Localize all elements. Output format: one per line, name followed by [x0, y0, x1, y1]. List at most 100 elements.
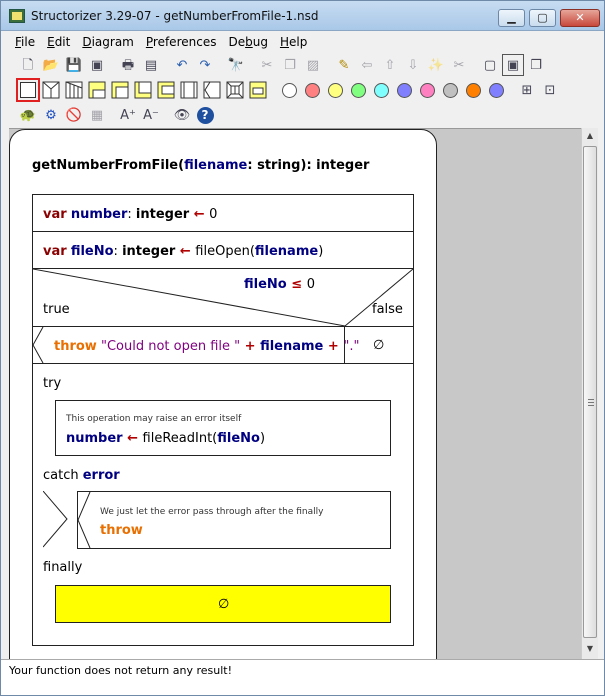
- alternative-condition[interactable]: fileNo ≤ 0 true false: [32, 268, 414, 327]
- try-label[interactable]: try: [43, 376, 61, 391]
- scroll-down-icon[interactable]: ▼: [582, 641, 598, 657]
- undo-icon[interactable]: ↶: [171, 54, 193, 76]
- status-bar: Your function does not return any result…: [1, 659, 604, 695]
- menu-help[interactable]: Help: [274, 33, 313, 51]
- menu-diagram[interactable]: Diagram: [76, 33, 140, 51]
- cut-icon[interactable]: ✂: [256, 54, 278, 76]
- menu-file[interactable]: File: [9, 33, 41, 51]
- help-icon[interactable]: ?: [194, 104, 216, 126]
- scroll-thumb[interactable]: [583, 146, 597, 638]
- instruction-fileno[interactable]: var fileNo: integer ← fileOpen(filename): [32, 231, 414, 269]
- title-bar: Structorizer 3.29-07 - getNumberFromFile…: [1, 1, 604, 31]
- paste-icon[interactable]: ▨: [302, 54, 324, 76]
- color-swatch: [465, 82, 481, 98]
- alternative-diagonals: [33, 269, 413, 326]
- jump-element-icon[interactable]: [201, 79, 223, 101]
- try-element-icon[interactable]: [247, 79, 269, 101]
- move-down-icon[interactable]: ⇩: [402, 54, 424, 76]
- while-loop-element-icon[interactable]: [109, 79, 131, 101]
- scroll-up-icon[interactable]: ▲: [582, 128, 598, 144]
- menu-bar: File Edit Diagram Preferences Debug Help: [9, 33, 313, 51]
- color-blue-icon[interactable]: [393, 79, 415, 101]
- view-icon[interactable]: 👁: [171, 104, 193, 126]
- color-red-icon[interactable]: [301, 79, 323, 101]
- nsd-diagram[interactable]: getNumberFromFile(filename: string): int…: [9, 129, 437, 659]
- status-message: Your function does not return any result…: [9, 664, 233, 677]
- font-down-icon[interactable]: A⁻: [140, 104, 162, 126]
- color-cyan-icon[interactable]: [370, 79, 392, 101]
- close-button[interactable]: ✕: [560, 9, 600, 27]
- diagram-canvas[interactable]: getNumberFromFile(filename: string): int…: [9, 128, 581, 659]
- call-element-icon[interactable]: [178, 79, 200, 101]
- menu-debug[interactable]: Debug: [222, 33, 273, 51]
- structure-icon[interactable]: ⊡: [539, 79, 561, 101]
- repeat-loop-element-icon[interactable]: [132, 79, 154, 101]
- move-up-icon[interactable]: ⇧: [379, 54, 401, 76]
- try-instruction[interactable]: This operation may raise an error itself…: [55, 400, 391, 456]
- tools-toolbar: 🐢 ⚙ 🚫 ▦ A⁺ A⁻ 👁 ?: [17, 103, 217, 127]
- color-gray-icon[interactable]: [439, 79, 461, 101]
- app-icon: [9, 9, 25, 23]
- font-up-icon[interactable]: A⁺: [117, 104, 139, 126]
- color-white-icon[interactable]: [278, 79, 300, 101]
- analyse-icon[interactable]: ⊞: [516, 79, 538, 101]
- false-label: false: [372, 302, 403, 317]
- false-branch-empty[interactable]: ∅: [344, 326, 414, 364]
- nsd-copy-box-icon[interactable]: ❐: [525, 54, 547, 76]
- menu-edit[interactable]: Edit: [41, 33, 76, 51]
- color-swatch: [327, 82, 343, 98]
- copy-icon[interactable]: ❐: [279, 54, 301, 76]
- app-window: Structorizer 3.29-07 - getNumberFromFile…: [0, 0, 605, 696]
- grid-icon[interactable]: ▦: [86, 104, 108, 126]
- new-icon[interactable]: 🗋: [17, 54, 39, 76]
- edit-icon[interactable]: ✎: [333, 54, 355, 76]
- instruction-number[interactable]: var number: integer ← 0: [32, 194, 414, 232]
- open-icon[interactable]: 📂: [40, 54, 62, 76]
- color-orange-icon[interactable]: [462, 79, 484, 101]
- color-violet-icon[interactable]: [485, 79, 507, 101]
- window-title: Structorizer 3.29-07 - getNumberFromFile…: [31, 9, 319, 23]
- stop-icon[interactable]: 🚫: [63, 104, 85, 126]
- color-swatch: [281, 82, 297, 98]
- color-swatch: [442, 82, 458, 98]
- color-swatch: [350, 82, 366, 98]
- print-icon[interactable]: 🖶: [117, 54, 139, 76]
- save-all-icon[interactable]: ▣: [86, 54, 108, 76]
- transmute-icon[interactable]: ✨: [425, 54, 447, 76]
- catch-bracket: [43, 491, 68, 548]
- elements-toolbar: ⊞ ⊡: [16, 78, 562, 102]
- instruction-element-icon[interactable]: [16, 78, 40, 102]
- menu-preferences[interactable]: Preferences: [140, 33, 223, 51]
- case-element-icon[interactable]: [63, 79, 85, 101]
- vertical-scrollbar[interactable]: ▲ ▼: [581, 128, 598, 659]
- save-icon[interactable]: 💾: [63, 54, 85, 76]
- color-swatch: [304, 82, 320, 98]
- collapse-icon[interactable]: ✂: [448, 54, 470, 76]
- finally-empty[interactable]: ∅: [55, 585, 391, 623]
- throw-jump[interactable]: throw "Could not open file " + filename …: [32, 326, 359, 364]
- color-green-icon[interactable]: [347, 79, 369, 101]
- move-left-icon[interactable]: ⇦: [356, 54, 378, 76]
- maximize-button[interactable]: ▢: [529, 9, 556, 27]
- main-toolbar: 🗋 📂 💾 ▣ 🖶 ▤ ↶ ↷ 🔭 ✂ ❐ ▨ ✎ ⇦ ⇧ ⇩ ✨ ✂ ▢ ▣ …: [17, 53, 548, 77]
- finally-label[interactable]: finally: [43, 560, 82, 575]
- turtle-icon[interactable]: 🐢: [17, 104, 39, 126]
- color-yellow-icon[interactable]: [324, 79, 346, 101]
- parallel-element-icon[interactable]: [224, 79, 246, 101]
- forever-loop-element-icon[interactable]: [155, 79, 177, 101]
- alternative-element-icon[interactable]: [40, 79, 62, 101]
- nsd-box-selected-icon[interactable]: ▣: [502, 54, 524, 76]
- color-pink-icon[interactable]: [416, 79, 438, 101]
- minimize-button[interactable]: ▁: [498, 9, 525, 27]
- find-icon[interactable]: 🔭: [225, 54, 247, 76]
- true-label: true: [43, 302, 70, 317]
- run-icon[interactable]: ⚙: [40, 104, 62, 126]
- redo-icon[interactable]: ↷: [194, 54, 216, 76]
- diagram-title[interactable]: getNumberFromFile(filename: string): int…: [32, 158, 369, 173]
- catch-throw[interactable]: We just let the error pass through after…: [77, 491, 391, 549]
- nsd-box-icon[interactable]: ▢: [479, 54, 501, 76]
- color-swatch: [419, 82, 435, 98]
- export-icon[interactable]: ▤: [140, 54, 162, 76]
- catch-label[interactable]: catch error: [43, 468, 120, 483]
- for-loop-element-icon[interactable]: [86, 79, 108, 101]
